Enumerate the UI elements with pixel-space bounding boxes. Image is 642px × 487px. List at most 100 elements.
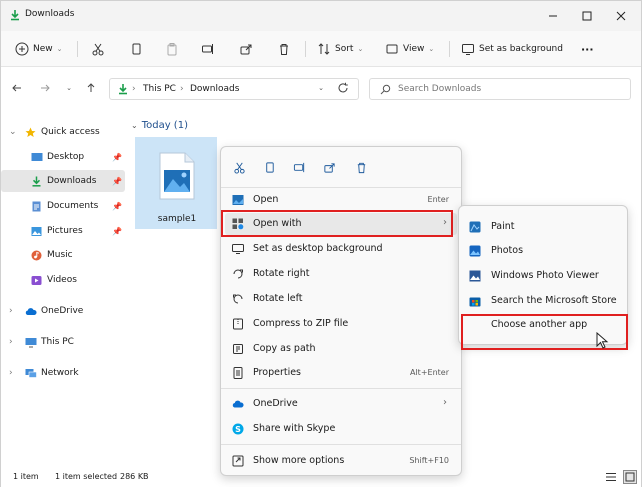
divider <box>449 41 450 57</box>
rename-icon <box>293 162 304 172</box>
menu-item-copy-as-path[interactable]: Copy as path <box>225 338 457 360</box>
up-button[interactable] <box>83 80 99 96</box>
menu-divider <box>221 388 461 389</box>
menu-item-rotate-right[interactable]: Rotate right <box>225 263 457 285</box>
pin-icon[interactable]: 📌 <box>112 177 122 186</box>
submenu-item-photos[interactable]: Photos <box>463 240 625 262</box>
sidebar-item-downloads[interactable]: Downloads 📌 <box>1 170 125 192</box>
refresh-button[interactable] <box>335 80 351 96</box>
cut-button[interactable] <box>91 37 105 61</box>
sidebar-item-pictures[interactable]: Pictures 📌 <box>1 220 125 242</box>
recent-locations-button[interactable]: ⌄ <box>61 80 77 96</box>
close-icon <box>616 11 626 21</box>
file-item-sample1[interactable]: sample1 <box>135 137 217 229</box>
chevron-right-icon: › <box>443 397 447 408</box>
rename-button[interactable] <box>291 159 307 175</box>
pin-icon[interactable]: 📌 <box>112 202 122 211</box>
menu-item-show-more-options[interactable]: Show more options Shift+F10 <box>225 450 457 472</box>
address-dropdown-button[interactable]: ⌄ <box>313 80 329 96</box>
submenu-item-windows-photo-viewer[interactable]: Windows Photo Viewer <box>463 265 625 287</box>
arrow-right-icon <box>41 84 50 92</box>
highlight-open-with <box>221 210 453 237</box>
copy-icon <box>265 161 274 173</box>
group-header-today[interactable]: ⌄ Today (1) <box>131 120 188 131</box>
sort-button[interactable]: Sort ⌄ <box>317 37 363 61</box>
chevron-down-icon: ⌄ <box>131 121 138 130</box>
chevron-down-icon: ⌄ <box>66 84 72 92</box>
details-view-icon[interactable] <box>605 471 617 483</box>
mouse-cursor-icon <box>596 332 609 349</box>
trash-icon <box>280 44 288 55</box>
submenu-item-paint[interactable]: Paint <box>463 216 625 238</box>
menu-item-onedrive[interactable]: OneDrive › <box>225 393 457 415</box>
menu-item-share-with-skype[interactable]: S Share with Skype <box>225 418 457 440</box>
copy-button[interactable] <box>261 159 277 175</box>
set-as-background-button[interactable]: Set as background <box>461 37 563 61</box>
share-button[interactable] <box>321 159 337 175</box>
chevron-down-icon: ⌄ <box>56 45 63 53</box>
scissors-icon <box>233 162 245 174</box>
pin-icon[interactable]: 📌 <box>112 227 122 236</box>
sidebar-item-this-pc[interactable]: › This PC <box>1 331 125 353</box>
scissors-icon <box>92 43 104 56</box>
star-icon <box>25 127 36 138</box>
sidebar-item-onedrive[interactable]: › OneDrive <box>1 300 125 322</box>
properties-icon <box>232 367 244 379</box>
breadcrumb-downloads[interactable]: Downloads <box>190 84 239 94</box>
more-options-button[interactable]: ··· <box>581 37 594 61</box>
close-button[interactable] <box>601 1 641 31</box>
paint-icon <box>469 221 481 233</box>
sidebar-item-network[interactable]: › Network <box>1 362 125 384</box>
menu-item-properties[interactable]: Properties Alt+Enter <box>225 362 457 384</box>
menu-item-label: Copy as path <box>253 343 316 354</box>
share-button[interactable] <box>239 37 253 61</box>
computer-icon <box>25 337 37 348</box>
view-button[interactable]: View ⌄ <box>385 37 434 61</box>
cut-button[interactable] <box>231 159 247 175</box>
copy-icon <box>132 43 141 55</box>
sidebar-item-desktop[interactable]: Desktop 📌 <box>1 146 125 168</box>
back-button[interactable] <box>9 80 25 96</box>
divider <box>77 41 78 57</box>
tiles-view-icon[interactable] <box>623 470 637 484</box>
rename-button[interactable] <box>201 37 215 61</box>
network-icon <box>25 368 37 379</box>
context-quick-actions <box>221 147 461 187</box>
paste-button[interactable] <box>165 37 179 61</box>
downloads-icon <box>31 176 42 187</box>
menu-item-set-desktop-background[interactable]: Set as desktop background <box>225 238 457 260</box>
menu-item-compress-zip[interactable]: Compress to ZIP file <box>225 313 457 335</box>
selection-size: 286 KB <box>120 472 149 481</box>
new-button[interactable]: New ⌄ <box>15 37 63 61</box>
sidebar-item-music[interactable]: Music <box>1 244 125 266</box>
command-bar: New ⌄ Sort ⌄ View ⌄ Set as background ··… <box>1 31 641 67</box>
sidebar-item-videos[interactable]: Videos <box>1 269 125 291</box>
menu-item-open[interactable]: Open Enter <box>225 189 457 211</box>
more-icon: ··· <box>581 42 594 56</box>
delete-button[interactable] <box>277 37 291 61</box>
sidebar-item-label: Music <box>47 250 73 260</box>
open-icon <box>232 194 244 206</box>
downloads-folder-icon <box>119 84 127 95</box>
sidebar-item-quick-access[interactable]: ⌄ Quick access <box>1 121 125 143</box>
arrow-left-icon <box>12 84 21 92</box>
desktop-icon <box>31 152 43 163</box>
chevron-right-icon: › <box>9 337 13 347</box>
breadcrumb-this-pc[interactable]: This PC <box>143 84 176 94</box>
sidebar-item-documents[interactable]: Documents 📌 <box>1 195 125 217</box>
search-icon <box>380 84 391 95</box>
onedrive-cloud-icon <box>25 306 37 317</box>
pictures-icon <box>31 226 42 237</box>
copy-button[interactable] <box>129 37 143 61</box>
pin-icon[interactable]: 📌 <box>112 153 122 162</box>
menu-item-label: Share with Skype <box>253 423 336 434</box>
title-bar: Downloads <box>1 1 641 31</box>
menu-item-rotate-left[interactable]: Rotate left <box>225 288 457 310</box>
submenu-item-label: Search the Microsoft Store <box>491 295 617 306</box>
search-box[interactable]: Search Downloads <box>369 78 631 100</box>
forward-button[interactable] <box>37 80 53 96</box>
delete-button[interactable] <box>353 159 369 175</box>
submenu-item-search-store[interactable]: Search the Microsoft Store <box>463 290 625 312</box>
chevron-right-icon: › <box>9 306 13 316</box>
arrow-up-icon <box>87 83 95 92</box>
